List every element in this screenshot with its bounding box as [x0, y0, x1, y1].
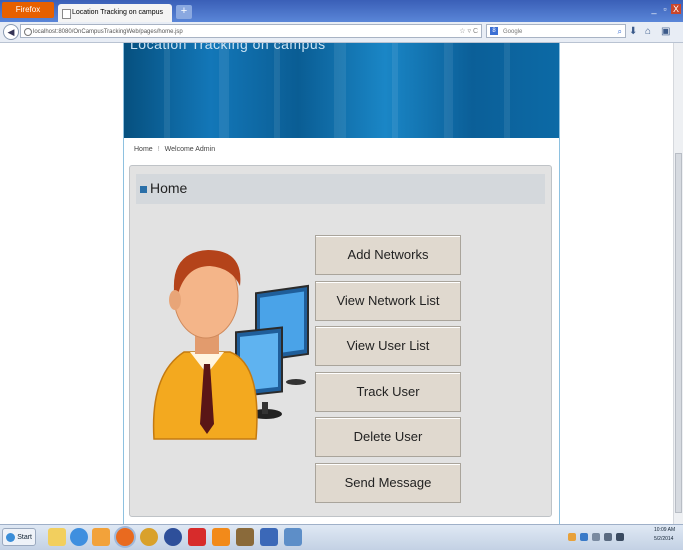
pdf-icon[interactable] — [188, 528, 206, 546]
vertical-scrollbar[interactable] — [673, 43, 683, 524]
search-placeholder: Google — [503, 29, 523, 35]
word-icon[interactable] — [260, 528, 278, 546]
breadcrumb-separator: ! — [157, 146, 160, 153]
back-button[interactable]: ◀ — [3, 24, 19, 40]
volume-icon[interactable] — [592, 533, 600, 541]
breadcrumb-home[interactable]: Home — [134, 146, 153, 153]
media-icon[interactable] — [92, 528, 110, 546]
page-container: Location Tracking on campus Home! Welcome… — [123, 43, 560, 524]
windows-logo-icon — [6, 533, 15, 542]
admin-avatar-illustration — [152, 250, 309, 440]
bookmark-star-icon[interactable]: ☆ ▿ C — [459, 25, 478, 39]
welcome-text: Welcome Admin — [164, 146, 216, 153]
start-button[interactable]: Start — [2, 528, 36, 546]
url-text: localhost:8080/OnCampusTrackingWeb/pages… — [33, 29, 183, 35]
add-networks-button[interactable]: Add Networks — [315, 235, 461, 275]
google-icon[interactable]: 8 — [490, 27, 498, 35]
panel-title: Home — [150, 180, 188, 196]
maximize-button[interactable]: ▫ — [660, 4, 670, 14]
track-user-button[interactable]: Track User — [315, 372, 461, 412]
clock-time[interactable]: 10:09 AM — [654, 527, 675, 533]
navigation-bar: ◀ localhost:8080/OnCampusTrackingWeb/pag… — [0, 22, 683, 43]
network-icon[interactable] — [580, 533, 588, 541]
vlc-icon[interactable] — [212, 528, 230, 546]
flag-icon[interactable] — [616, 533, 624, 541]
tab-title: Location Tracking on campus — [72, 9, 164, 16]
chrome-icon[interactable] — [140, 528, 158, 546]
minimize-button[interactable]: _ — [649, 4, 659, 14]
globe-icon[interactable] — [164, 528, 182, 546]
image-icon[interactable] — [284, 528, 302, 546]
banner-title: Location Tracking on campus — [130, 43, 326, 52]
windows-taskbar: Start 10:09 AM 5/2/2014 — [0, 524, 683, 550]
notification-icon[interactable] — [568, 533, 576, 541]
search-bar[interactable]: 8 Google ⌕ — [486, 24, 626, 38]
home-panel: Home Add Networks View Network List View… — [129, 165, 552, 517]
browser-title-bar: Firefox Location Tracking on campus + _ … — [0, 0, 683, 22]
photo-icon[interactable] — [236, 528, 254, 546]
breadcrumb: Home! Welcome Admin — [134, 146, 215, 153]
view-user-list-button[interactable]: View User List — [315, 326, 461, 366]
firefox-menu-button[interactable]: Firefox — [2, 2, 54, 18]
clock-date[interactable]: 5/2/2014 — [654, 536, 673, 542]
scrollbar-thumb[interactable] — [675, 153, 682, 513]
start-label: Start — [17, 534, 32, 541]
send-message-button[interactable]: Send Message — [315, 463, 461, 503]
home-icon[interactable]: ⌂ — [645, 26, 651, 38]
new-tab-button[interactable]: + — [176, 5, 192, 19]
panel-header: Home — [136, 174, 545, 204]
firefox-icon[interactable] — [116, 528, 134, 546]
view-network-list-button[interactable]: View Network List — [315, 281, 461, 321]
address-bar[interactable]: localhost:8080/OnCampusTrackingWeb/pages… — [20, 24, 482, 38]
delete-user-button[interactable]: Delete User — [315, 417, 461, 457]
page-icon — [62, 9, 71, 19]
battery-icon[interactable] — [604, 533, 612, 541]
page-viewport: Location Tracking on campus Home! Welcome… — [0, 43, 683, 524]
menu-icon[interactable]: ▣ — [661, 26, 670, 38]
close-button[interactable]: X — [671, 4, 681, 14]
ie-icon[interactable] — [70, 528, 88, 546]
download-icon[interactable]: ⬇ — [629, 26, 637, 38]
browser-tab[interactable]: Location Tracking on campus — [58, 4, 172, 22]
folder-icon[interactable] — [48, 528, 66, 546]
search-icon[interactable]: ⌕ — [618, 25, 622, 39]
square-bullet-icon — [140, 186, 147, 193]
site-banner: Location Tracking on campus — [124, 43, 559, 138]
globe-icon — [24, 28, 32, 36]
